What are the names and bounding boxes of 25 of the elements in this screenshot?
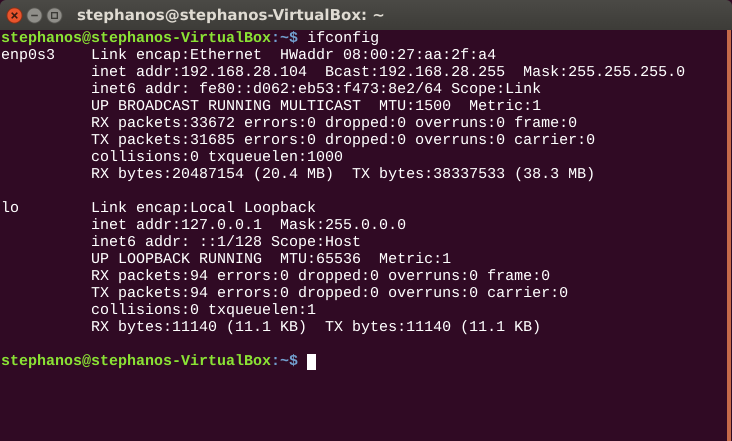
output-line: inet addr:192.168.28.104 Bcast:192.168.28.255 Mask:255.255.255.0	[90, 64, 686, 81]
output-line: RX bytes:20487154 (20.4 MB) TX bytes:38337533 (38.3 MB)	[90, 166, 596, 183]
output-line: enp0s3 Link encap:Ethernet HWaddr 08:00:27:aa:2f:a4	[1, 47, 496, 64]
prompt-user-host: stephanos@stephanos-VirtualBox	[1, 30, 272, 47]
window-title: stephanos@stephanos-VirtualBox: ~	[77, 6, 385, 24]
output-line: inet6 addr: fe80::d062:eb53:f473:8e2/64 Scope:Link	[90, 81, 542, 98]
output-line: RX packets:94 errors:0 dropped:0 overruns:0 frame:0	[90, 268, 550, 285]
output-line: TX packets:31685 errors:0 dropped:0 overruns:0 carrier:0	[90, 132, 596, 149]
output-line: RX packets:33672 errors:0 dropped:0 overruns:0 frame:0	[90, 115, 578, 132]
output-line: TX packets:94 errors:0 dropped:0 overruns:0 carrier:0	[90, 285, 568, 302]
minimize-icon[interactable]	[26, 6, 43, 24]
output-line: lo Link encap:Local Loopback	[1, 200, 316, 217]
output-line: UP LOOPBACK RUNNING MTU:65536 Metric:1	[90, 251, 452, 268]
output-line: inet addr:127.0.0.1 Mask:255.0.0.0	[90, 217, 406, 234]
prompt-path: :~$	[271, 353, 298, 370]
prompt-path: :~$	[271, 30, 298, 47]
output-line: RX bytes:11140 (11.1 KB) TX bytes:11140 (11.1 KB)	[90, 319, 542, 336]
output-line: collisions:0 txqueuelen:1000	[90, 149, 344, 166]
close-icon[interactable]	[6, 6, 23, 24]
command-text: ifconfig	[307, 30, 380, 47]
output-line: collisions:0 txqueuelen:1	[90, 302, 316, 319]
output-line: UP BROADCAST RUNNING MULTICAST MTU:1500 Metric:1	[90, 98, 542, 115]
prompt-user-host: stephanos@stephanos-VirtualBox	[1, 353, 272, 370]
output-line: inet6 addr: ::1/128 Scope:Host	[90, 234, 362, 251]
maximize-icon[interactable]	[46, 6, 63, 24]
